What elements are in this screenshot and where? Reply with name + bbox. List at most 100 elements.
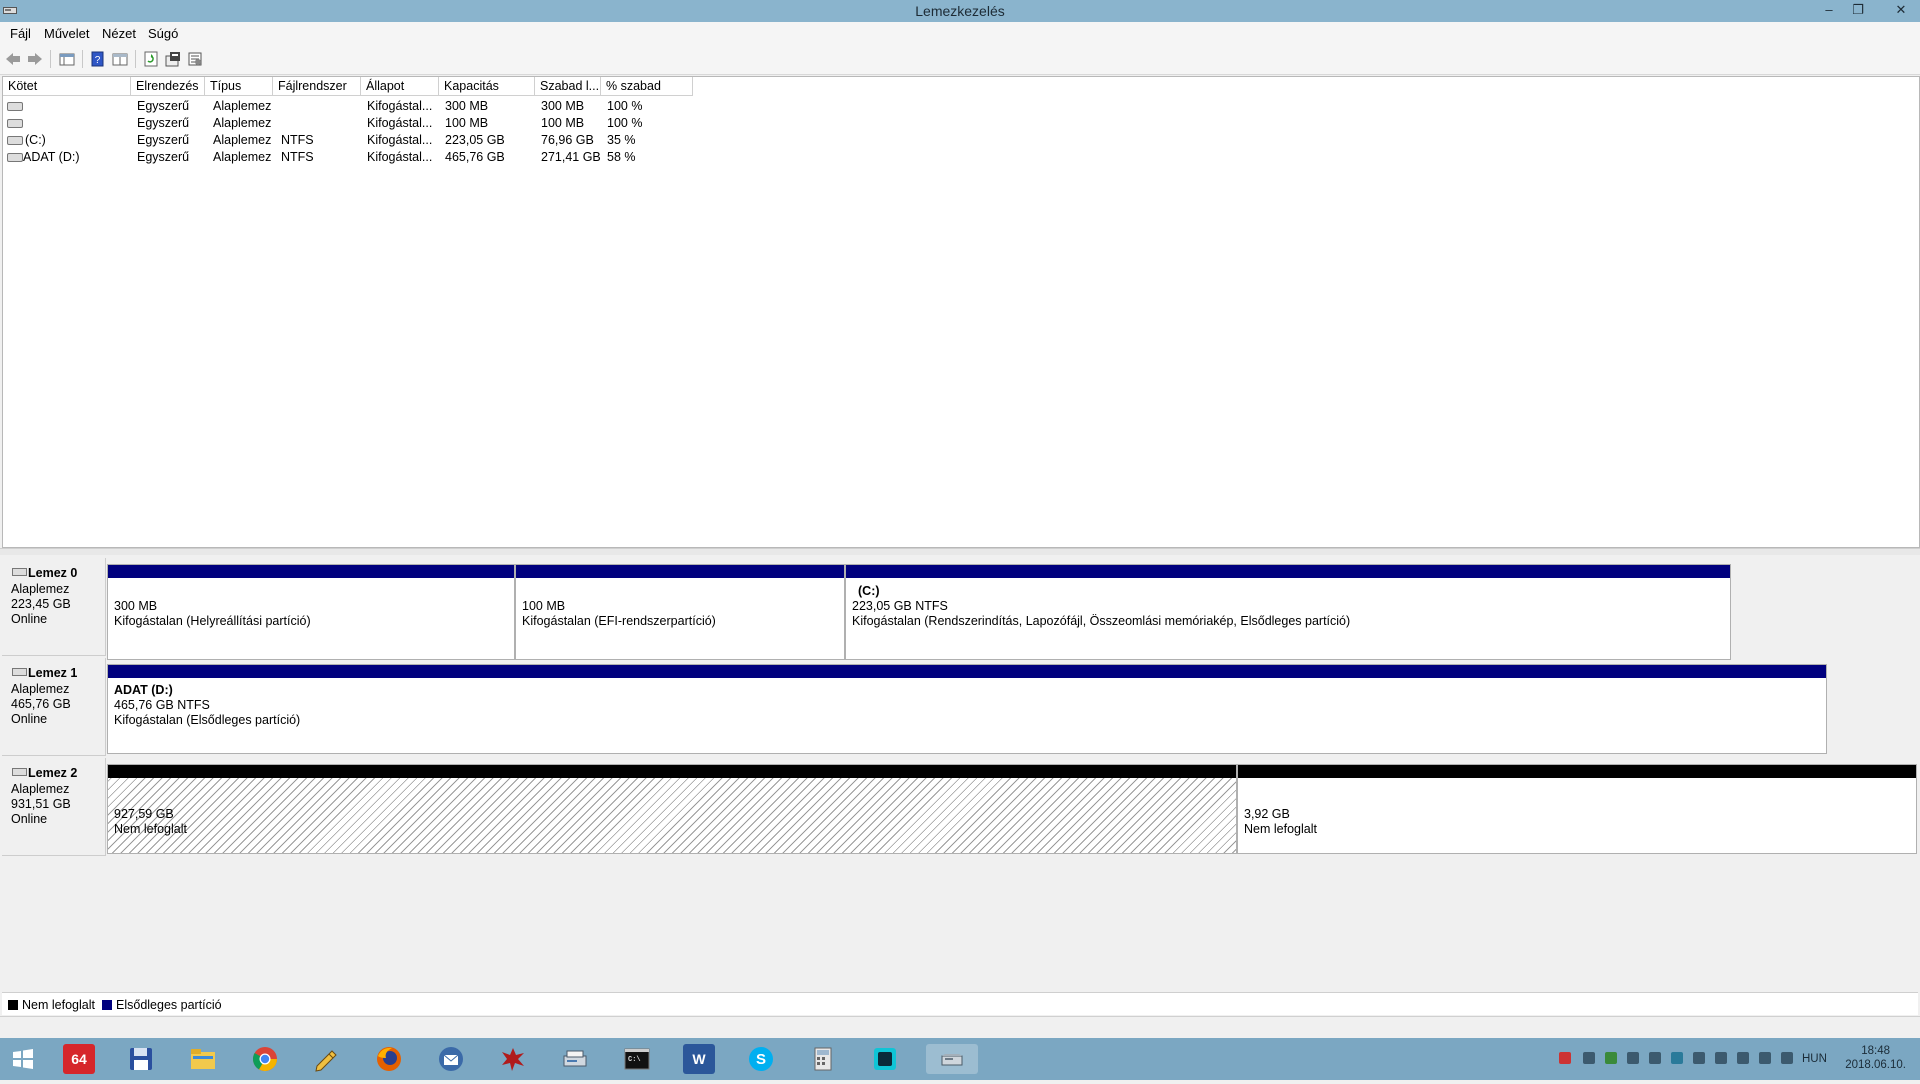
partition-size: 300 MB (114, 599, 158, 613)
skype-icon[interactable]: S (745, 1044, 777, 1074)
disk-size: 465,76 GB (11, 697, 71, 711)
minimize-button[interactable]: – (1814, 0, 1844, 22)
cell-capacity: 223,05 GB (445, 133, 505, 147)
partition-size: 927,59 GB (114, 807, 174, 821)
input-language[interactable]: HUN (1802, 1053, 1827, 1065)
tray-security-icon[interactable] (1605, 1052, 1617, 1064)
volume-icon (7, 136, 23, 145)
tray-app-icon[interactable] (1671, 1052, 1683, 1064)
show-hide-pane-icon[interactable] (111, 50, 129, 68)
disk-size: 223,45 GB (11, 597, 71, 611)
cell-layout: Egyszerű (137, 99, 190, 113)
command-prompt-icon[interactable]: C:\ (621, 1044, 653, 1074)
forward-arrow-icon[interactable] (26, 50, 44, 68)
disk-size: 931,51 GB (11, 797, 71, 811)
cell-status: Kifogástal... (367, 99, 433, 113)
disk-1-label[interactable]: Lemez 1 Alaplemez 465,76 GB Online (2, 658, 106, 756)
legend-unallocated-label: Nem lefoglalt (22, 998, 95, 1012)
toolbar-separator (50, 50, 51, 68)
tray-network-icon[interactable] (1583, 1052, 1595, 1064)
partition-status: Kifogástalan (EFI-rendszerpartíció) (522, 614, 716, 628)
cell-volume: ADAT (D:) (23, 150, 80, 164)
console-tree-icon[interactable] (58, 50, 76, 68)
calculator-icon[interactable] (807, 1044, 839, 1074)
disk-name: Lemez 0 (28, 566, 78, 580)
pen-tool-icon[interactable] (311, 1044, 343, 1074)
column-header-free-space[interactable]: Szabad l... (535, 77, 601, 96)
cell-layout: Egyszerű (137, 150, 190, 164)
settings-list-icon[interactable] (186, 50, 204, 68)
cell-type: Alaplemez (213, 133, 272, 147)
tray-battery-icon[interactable] (1737, 1052, 1749, 1064)
volume-list: Kötet Elrendezés Típus Fájlrendszer Álla… (2, 76, 1920, 548)
menu-action[interactable]: Művelet (44, 26, 90, 41)
tray-device-icon[interactable] (1649, 1052, 1661, 1064)
partition-efi[interactable]: 100 MB Kifogástalan (EFI-rendszerpartíci… (515, 564, 845, 660)
primary-partition-bar (108, 565, 514, 578)
back-arrow-icon[interactable] (4, 50, 22, 68)
cell-free-space: 100 MB (541, 116, 585, 130)
splatter-app-icon[interactable] (497, 1044, 529, 1074)
partition-c[interactable]: (C:) 223,05 GB NTFS Kifogástalan (Rendsz… (845, 564, 1731, 660)
column-header-capacity[interactable]: Kapacitás (439, 77, 535, 96)
menu-file[interactable]: Fájl (10, 26, 31, 41)
disk-status: Online (11, 612, 48, 626)
unallocated-space-large[interactable]: 927,59 GB Nem lefoglalt (107, 764, 1237, 854)
word-icon[interactable]: W (683, 1044, 715, 1074)
unallocated-bar (1238, 765, 1916, 778)
legend-primary-swatch (102, 1000, 112, 1010)
thunderbird-icon[interactable] (435, 1044, 467, 1074)
cell-percent-free: 100 % (607, 99, 643, 113)
cell-filesystem: NTFS (281, 150, 314, 164)
disk-0-label[interactable]: Lemez 0 Alaplemez 223,45 GB Online (2, 558, 106, 656)
tray-flag-icon[interactable] (1693, 1052, 1705, 1064)
file-explorer-icon[interactable] (187, 1044, 219, 1074)
tray-volume-icon[interactable] (1781, 1052, 1793, 1064)
partition-label: ADAT (D:) (114, 683, 173, 697)
cell-layout: Egyszerű (137, 116, 190, 130)
cell-capacity: 300 MB (445, 99, 489, 113)
column-header-volume[interactable]: Kötet (3, 77, 131, 96)
clock[interactable]: 18:48 2018.06.10. (1845, 1044, 1906, 1072)
column-header-percent-free[interactable]: % szabad (601, 77, 693, 96)
column-header-layout[interactable]: Elrendezés (131, 77, 205, 96)
disk-management-icon[interactable] (926, 1044, 978, 1074)
cell-volume: (C:) (25, 133, 46, 147)
column-header-type[interactable]: Típus (205, 77, 273, 96)
partition-d[interactable]: ADAT (D:) 465,76 GB NTFS Kifogástalan (E… (107, 664, 1827, 754)
cell-capacity: 100 MB (445, 116, 489, 130)
properties-icon[interactable] (164, 50, 182, 68)
restore-button[interactable]: ❐ (1843, 0, 1873, 22)
refresh-icon[interactable] (142, 50, 160, 68)
tray-display-icon[interactable] (1627, 1052, 1639, 1064)
tray-camera-icon[interactable] (1759, 1052, 1771, 1064)
svg-text:C:\: C:\ (628, 1056, 641, 1064)
disk-status: Online (11, 812, 48, 826)
save-disk-icon[interactable] (125, 1044, 157, 1074)
chrome-icon[interactable] (249, 1044, 281, 1074)
column-header-status[interactable]: Állapot (361, 77, 439, 96)
cell-percent-free: 58 % (607, 150, 636, 164)
partition-recovery[interactable]: 300 MB Kifogástalan (Helyreállítási part… (107, 564, 515, 660)
cell-status: Kifogástal... (367, 116, 433, 130)
cell-free-space: 300 MB (541, 99, 585, 113)
primary-partition-bar (108, 665, 1826, 678)
firefox-icon[interactable] (373, 1044, 405, 1074)
disk-icon (12, 768, 27, 776)
menu-bar: Fájl Művelet Nézet Súgó (0, 22, 1920, 44)
column-header-filesystem[interactable]: Fájlrendszer (273, 77, 361, 96)
help-icon[interactable]: ? (89, 50, 107, 68)
pane-splitter[interactable] (0, 548, 1920, 555)
taskbar: 64 C:\ W S HUN 18:48 2018.06.10. (0, 1038, 1920, 1080)
menu-view[interactable]: Nézet (102, 26, 136, 41)
tray-signal-icon[interactable] (1715, 1052, 1727, 1064)
menu-help[interactable]: Súgó (148, 26, 178, 41)
close-button[interactable]: ✕ (1886, 0, 1916, 22)
disk-2-label[interactable]: Lemez 2 Alaplemez 931,51 GB Online (2, 758, 106, 856)
start-icon[interactable] (6, 1044, 40, 1074)
aida64-icon[interactable]: 64 (63, 1044, 95, 1074)
scanner-icon[interactable] (559, 1044, 591, 1074)
unallocated-space-small[interactable]: 3,92 GB Nem lefoglalt (1237, 764, 1917, 854)
square-app-icon[interactable] (869, 1044, 901, 1074)
tray-alert-icon[interactable] (1559, 1052, 1571, 1064)
